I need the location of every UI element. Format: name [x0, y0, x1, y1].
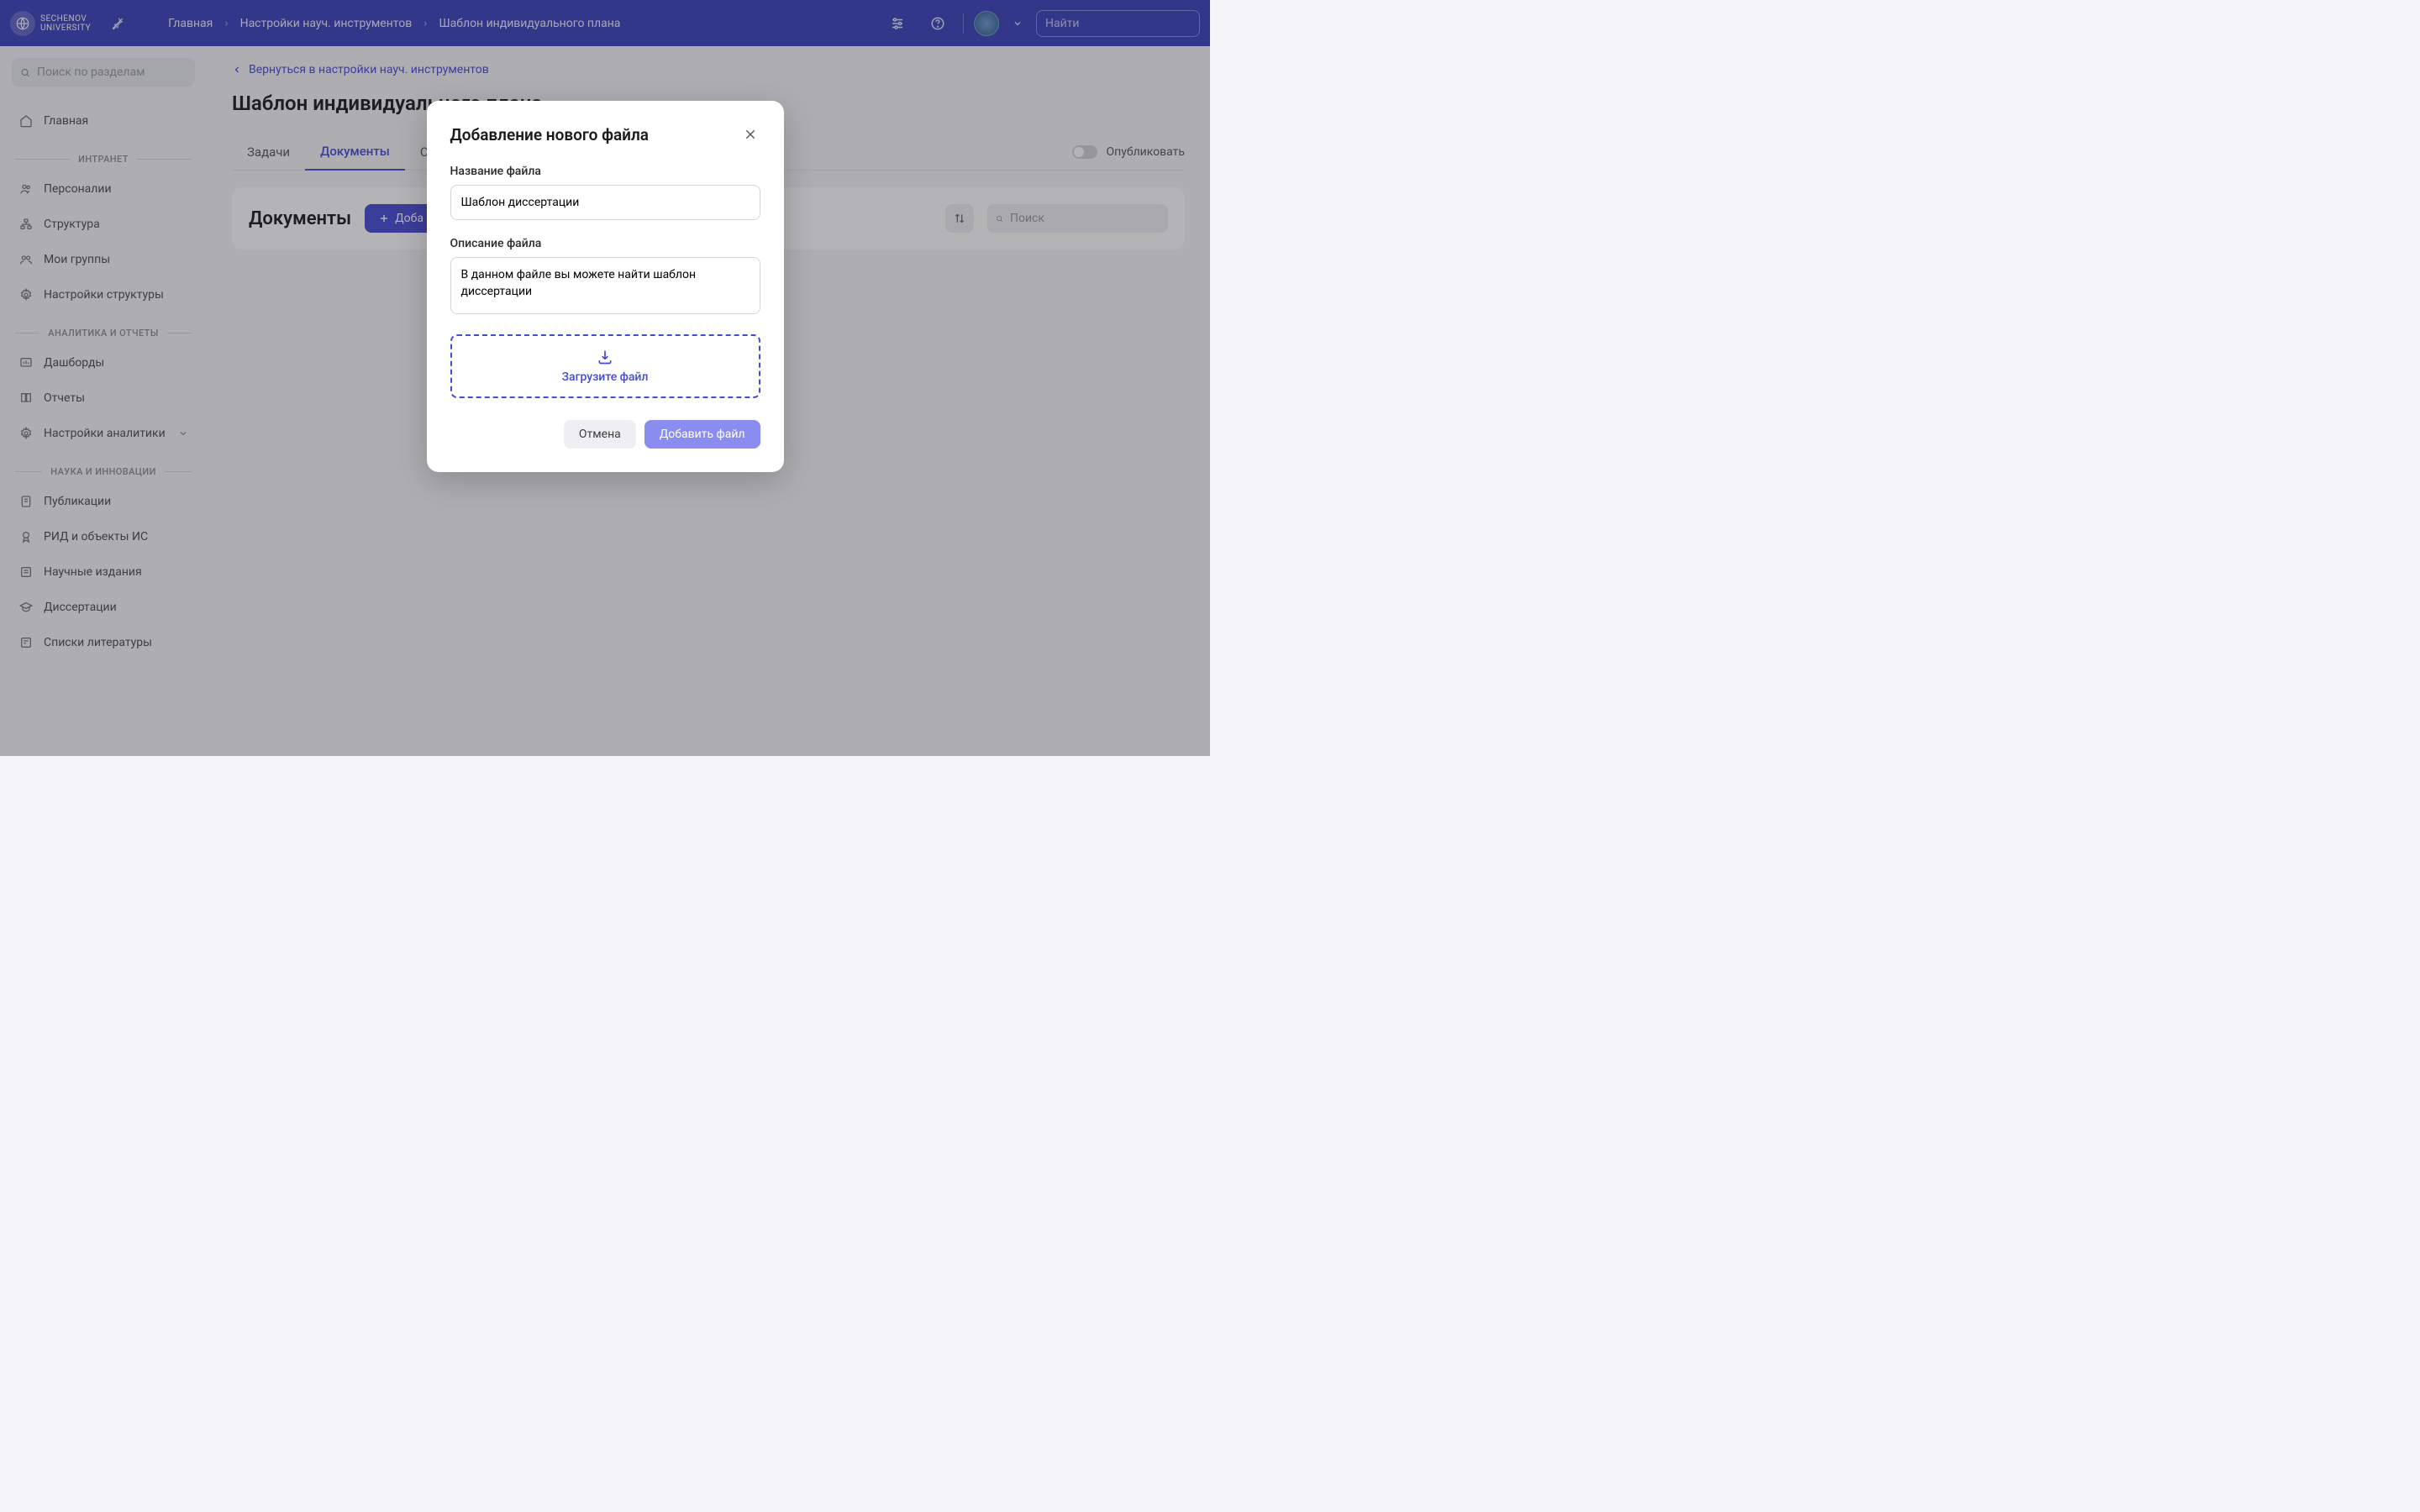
filename-label: Название файла — [450, 165, 760, 178]
description-label: Описание файла — [450, 237, 760, 250]
download-icon — [597, 349, 613, 365]
add-file-modal: Добавление нового файла Название файла О… — [427, 101, 784, 472]
upload-dropzone[interactable]: Загрузите файл — [450, 334, 760, 398]
cancel-button[interactable]: Отмена — [564, 420, 636, 449]
modal-overlay[interactable]: Добавление нового файла Название файла О… — [0, 0, 1210, 756]
modal-title: Добавление нового файла — [450, 125, 650, 144]
description-input[interactable] — [450, 257, 760, 314]
submit-button[interactable]: Добавить файл — [644, 420, 760, 449]
close-icon — [744, 128, 757, 141]
close-button[interactable] — [740, 124, 760, 144]
filename-input[interactable] — [450, 185, 760, 220]
